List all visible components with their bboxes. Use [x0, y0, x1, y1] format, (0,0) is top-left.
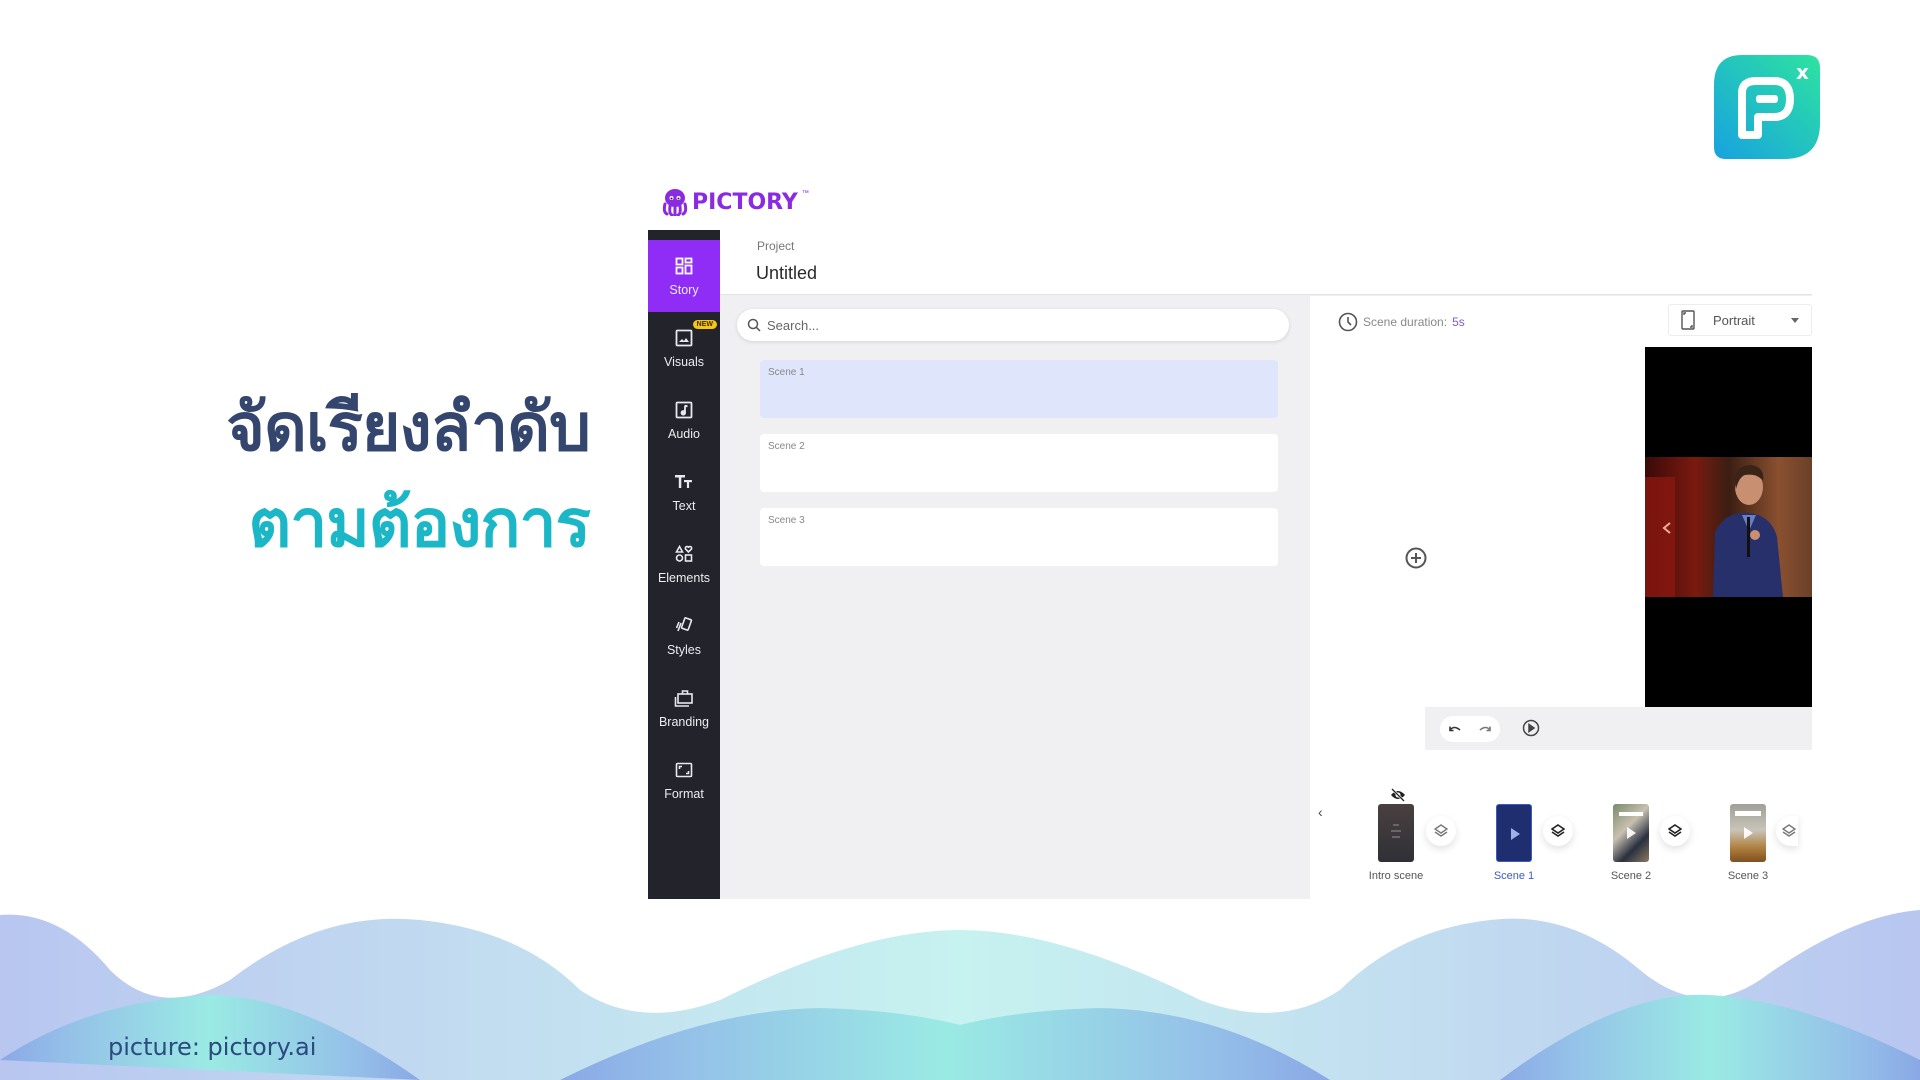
- headline-line-1: จัดเรียงลำดับ: [226, 389, 591, 466]
- scene-duration: Scene duration: 5s: [1338, 312, 1465, 332]
- pictory-editor: Story NEW Visuals Audio Text Elements St…: [648, 230, 1812, 899]
- new-badge: NEW: [692, 320, 717, 329]
- search-input[interactable]: [767, 317, 1267, 333]
- story-panel: Scene 1 Scene 2 Scene 3: [720, 296, 1310, 899]
- scene-duration-value[interactable]: 5s: [1452, 315, 1465, 329]
- chevron-down-icon: [1791, 318, 1799, 323]
- eye-off-icon[interactable]: [1390, 788, 1406, 802]
- add-scene-icon[interactable]: [1404, 546, 1428, 570]
- sidebar-item-label: Text: [672, 499, 696, 513]
- scene-card-2[interactable]: Scene 2: [760, 434, 1278, 492]
- preview-frame: [1645, 457, 1812, 597]
- scene-card-label: Scene 2: [768, 441, 805, 452]
- search-bar: [737, 309, 1289, 341]
- sidebar-item-label: Audio: [668, 427, 700, 441]
- sidebar-item-styles[interactable]: Styles: [648, 600, 720, 672]
- trademark: ™: [801, 190, 809, 197]
- timeline-prev-button[interactable]: ‹: [1318, 804, 1323, 820]
- text-icon: [673, 471, 695, 493]
- headline: จัดเรียงลำดับ ตามต้องการ: [226, 380, 591, 572]
- undo-icon: [1449, 726, 1461, 732]
- sidebar-item-label: Branding: [658, 715, 710, 729]
- transition-button[interactable]: [1776, 816, 1798, 846]
- scene-duration-label: Scene duration:: [1363, 315, 1448, 329]
- redo-button[interactable]: [1476, 720, 1494, 738]
- headline-line-2: ตามต้องการ: [248, 485, 591, 562]
- styles-icon: [673, 615, 695, 637]
- preview-toolbar: [1425, 707, 1812, 750]
- scene-card-label: Scene 1: [768, 367, 805, 378]
- scene-card-label: Scene 3: [768, 515, 805, 526]
- sidebar-item-label: Elements: [657, 571, 711, 585]
- timeline-item-scene-2[interactable]: Scene 2: [1601, 804, 1661, 882]
- sidebar-item-visuals[interactable]: NEW Visuals: [648, 312, 720, 384]
- logo-superscript: x: [1796, 60, 1809, 84]
- sidebar-item-branding[interactable]: Branding: [648, 672, 720, 744]
- scene-card-3[interactable]: Scene 3: [760, 508, 1278, 566]
- scene-2-thumbnail: [1613, 804, 1649, 862]
- scene-3-thumbnail: [1730, 804, 1766, 862]
- video-preview[interactable]: [1645, 347, 1812, 707]
- sidebar: Story NEW Visuals Audio Text Elements St…: [648, 230, 720, 899]
- project-title[interactable]: Untitled: [756, 263, 817, 284]
- transition-button[interactable]: [1543, 816, 1573, 846]
- format-icon: [673, 759, 695, 781]
- project-label: Project: [757, 239, 795, 253]
- sidebar-item-label: Styles: [666, 643, 702, 657]
- music-note-icon: [673, 399, 695, 421]
- clock-icon: [1338, 312, 1358, 332]
- timeline-item-intro[interactable]: Intro scene: [1366, 788, 1426, 882]
- layers-icon: [1551, 824, 1565, 837]
- timeline-item-scene-1[interactable]: Scene 1: [1484, 804, 1544, 882]
- redo-icon: [1479, 726, 1491, 732]
- scene-timeline: ‹ Intro scene Scene 1 Scene 2 Scene 3: [1310, 756, 1812, 896]
- pictory-logo: PICTORY ™: [662, 188, 809, 216]
- layers-icon: [1668, 824, 1682, 837]
- timeline-label: Scene 2: [1610, 870, 1652, 882]
- image-credit: picture: pictory.ai: [108, 1033, 317, 1061]
- sidebar-item-format[interactable]: Format: [648, 744, 720, 816]
- transition-button[interactable]: [1426, 816, 1456, 846]
- shapes-icon: [673, 543, 695, 565]
- pictory-wordmark: PICTORY: [692, 189, 798, 215]
- undo-button[interactable]: [1446, 720, 1464, 738]
- sidebar-item-elements[interactable]: Elements: [648, 528, 720, 600]
- play-icon: [1511, 828, 1520, 840]
- layers-icon: [1782, 824, 1796, 837]
- sidebar-item-story[interactable]: Story: [648, 240, 720, 312]
- play-circle-icon: [1522, 719, 1540, 737]
- grid-icon: [673, 255, 695, 277]
- transition-button[interactable]: [1660, 816, 1690, 846]
- timeline-item-scene-3[interactable]: Scene 3: [1718, 804, 1778, 882]
- sidebar-item-text[interactable]: Text: [648, 456, 720, 528]
- layers-icon: [1434, 824, 1448, 837]
- sidebar-item-audio[interactable]: Audio: [648, 384, 720, 456]
- sidebar-item-label: Story: [669, 283, 699, 297]
- sidebar-item-label: Visuals: [663, 355, 705, 369]
- orientation-value: Portrait: [1713, 312, 1755, 328]
- undo-redo-group: [1440, 716, 1500, 742]
- intro-scene-thumbnail: [1378, 804, 1414, 862]
- preview-panel: Scene duration: 5s Portrait ‹ Intro scen…: [1310, 296, 1812, 899]
- scene-1-thumbnail: [1496, 804, 1532, 862]
- timeline-label: Intro scene: [1368, 870, 1424, 882]
- play-icon: [1744, 827, 1753, 839]
- portrait-icon: [1681, 310, 1695, 330]
- project-header: Project Untitled: [720, 230, 1812, 295]
- timeline-label: Scene 3: [1727, 870, 1769, 882]
- scene-card-1[interactable]: Scene 1: [760, 360, 1278, 418]
- play-button[interactable]: [1522, 719, 1540, 737]
- orientation-select[interactable]: Portrait: [1668, 304, 1812, 336]
- play-icon: [1627, 827, 1636, 839]
- search-icon: [747, 318, 761, 332]
- sidebar-item-label: Format: [664, 787, 704, 801]
- octopus-icon: [662, 189, 688, 216]
- px-logo: x: [1714, 55, 1820, 159]
- timeline-label: Scene 1: [1493, 870, 1535, 882]
- briefcase-icon: [673, 687, 695, 709]
- image-icon: [673, 327, 695, 349]
